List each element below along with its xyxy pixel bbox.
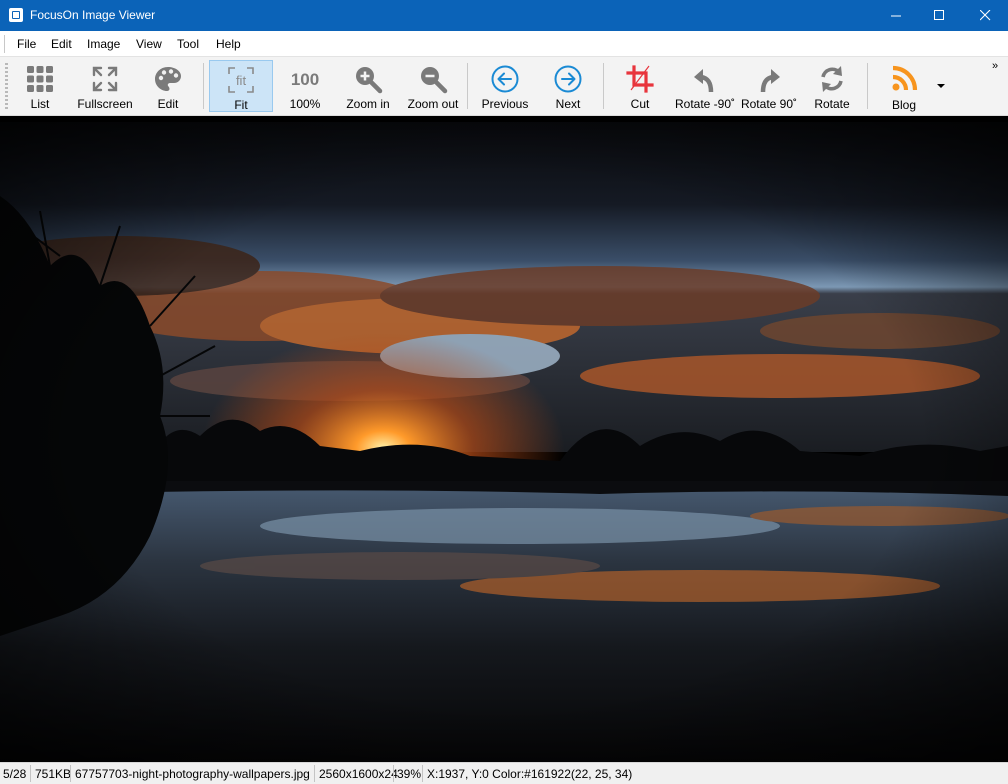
previous-label: Previous <box>481 97 529 111</box>
blog-dropdown-arrow-icon[interactable] <box>937 84 945 88</box>
close-icon <box>979 9 990 21</box>
menu-grip <box>4 35 5 53</box>
status-zoom: 39% <box>397 767 422 781</box>
fullscreen-icon <box>92 66 118 92</box>
previous-button[interactable]: Previous <box>475 60 535 112</box>
status-file-size: 751KB <box>35 767 72 781</box>
actual-size-button[interactable]: 100 100% <box>277 60 333 112</box>
status-divider <box>70 765 71 782</box>
rotate-left-button[interactable]: Rotate -90˚ <box>672 60 738 112</box>
menu-view[interactable]: View <box>136 37 162 51</box>
menu-edit[interactable]: Edit <box>51 37 72 51</box>
list-label: List <box>30 97 50 111</box>
rotate-label: Rotate <box>814 97 850 111</box>
arrow-left-icon <box>491 65 519 93</box>
palette-icon <box>155 67 181 91</box>
edit-label: Edit <box>157 97 179 111</box>
cut-label: Cut <box>630 97 650 111</box>
blog-button[interactable]: Blog <box>876 60 932 112</box>
app-icon <box>9 8 23 22</box>
fit-icon-text: fit <box>236 73 247 88</box>
menu-bar: File Edit Image View Tool Help <box>0 31 1008 57</box>
maximize-icon <box>933 10 944 20</box>
zoom-out-label: Zoom out <box>407 97 459 111</box>
fit-label: Fit <box>234 98 248 112</box>
next-button[interactable]: Next <box>541 60 595 112</box>
fullscreen-label: Fullscreen <box>77 97 133 111</box>
window-title: FocusOn Image Viewer <box>30 8 156 22</box>
status-image-index: 5/28 <box>3 767 27 781</box>
rss-icon <box>892 65 918 91</box>
rotate-button[interactable]: Rotate <box>806 60 858 112</box>
menu-image[interactable]: Image <box>87 37 120 51</box>
status-divider <box>314 765 315 782</box>
crop-icon <box>626 65 654 93</box>
rotate-right-label: Rotate 90˚ <box>740 97 798 111</box>
actual-size-icon-text: 100 <box>291 70 319 89</box>
menu-help[interactable]: Help <box>216 37 241 51</box>
image-canvas[interactable] <box>0 116 1008 762</box>
minimize-icon <box>890 15 901 17</box>
status-divider <box>393 765 394 782</box>
menu-tool[interactable]: Tool <box>177 37 199 51</box>
toolbar-separator <box>467 63 468 109</box>
arrow-right-icon <box>554 65 582 93</box>
status-dimensions: 2560x1600x24 <box>319 767 398 781</box>
grid-icon <box>27 66 53 92</box>
toolbar-overflow-icon[interactable]: » <box>992 60 998 72</box>
zoom-in-icon <box>356 67 383 94</box>
maximize-button[interactable] <box>916 0 962 31</box>
fit-button[interactable]: fit Fit <box>209 60 273 112</box>
status-bar: 5/28 751KB 67757703-night-photography-wa… <box>0 762 1008 784</box>
title-bar: FocusOn Image Viewer <box>0 0 1008 31</box>
rotate-icon <box>821 66 843 92</box>
fullscreen-button[interactable]: Fullscreen <box>72 60 138 112</box>
list-button[interactable]: List <box>12 60 68 112</box>
close-button[interactable] <box>962 0 1008 31</box>
zoom-out-icon <box>421 67 448 94</box>
status-divider <box>30 765 31 782</box>
status-divider <box>422 765 423 782</box>
rotate-right-icon <box>760 69 780 93</box>
actual-size-icon: 100 <box>291 70 319 89</box>
menu-file[interactable]: File <box>17 37 36 51</box>
status-pixel-info: X:1937, Y:0 Color:#161922(22, 25, 34) <box>427 767 633 781</box>
status-filename: 67757703-night-photography-wallpapers.jp… <box>75 767 310 781</box>
fit-icon: fit <box>228 67 254 93</box>
actual-size-label: 100% <box>289 97 321 111</box>
toolbar: List Fullscreen Edit fit Fit 100 100% Zo… <box>0 57 1008 116</box>
rotate-left-icon <box>694 69 714 93</box>
rotate-right-button[interactable]: Rotate 90˚ <box>738 60 800 112</box>
zoom-out-button[interactable]: Zoom out <box>403 60 463 112</box>
toolbar-separator <box>203 63 204 109</box>
zoom-in-label: Zoom in <box>346 97 390 111</box>
minimize-button[interactable] <box>873 0 919 31</box>
next-label: Next <box>555 97 581 111</box>
toolbar-separator <box>603 63 604 109</box>
cut-button[interactable]: Cut <box>612 60 668 112</box>
zoom-in-button[interactable]: Zoom in <box>337 60 399 112</box>
edit-button[interactable]: Edit <box>142 60 194 112</box>
blog-label: Blog <box>891 98 917 112</box>
toolbar-separator <box>867 63 868 109</box>
displayed-photo <box>0 116 1008 762</box>
toolbar-grip[interactable] <box>5 63 8 109</box>
rotate-left-label: Rotate -90˚ <box>674 97 736 111</box>
